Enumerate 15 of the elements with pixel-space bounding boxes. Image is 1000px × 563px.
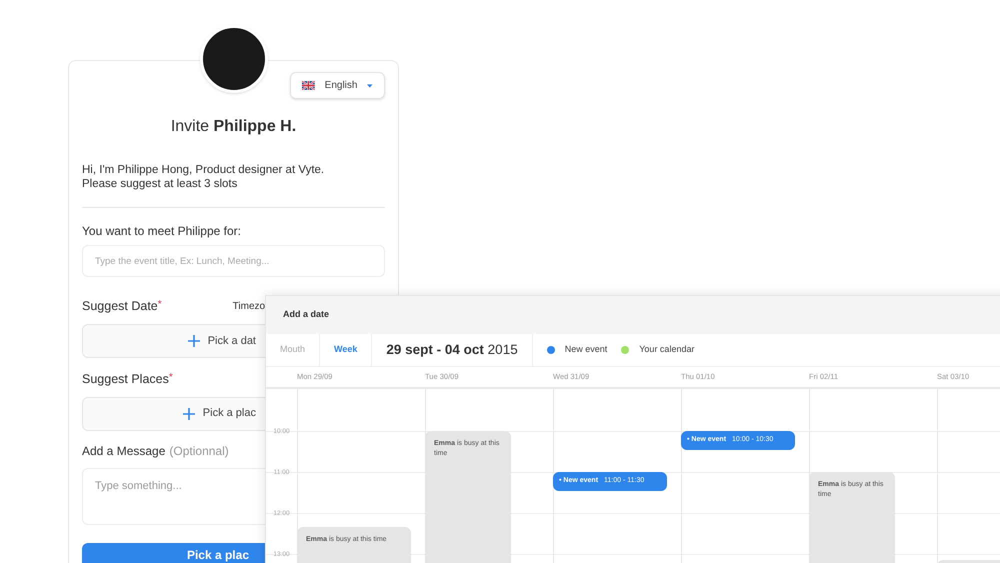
invite-title: Invite Philippe H. [170,117,298,137]
date-range: 29 sept - 04 oct 2015 [386,340,518,359]
field-label: Add a Message [82,442,166,460]
legend-label: New event [564,343,608,356]
intro-text: Please suggest at least 3 slots [82,177,238,191]
required-mark: * [168,370,173,385]
intro-text: Hi, I'm Philippe Hong, Product designer at Vyte. [82,163,326,177]
field-label: Suggest Date [82,298,158,315]
timezone-label: Timezo [232,300,266,314]
meet-label: You want to meet Philippe for: [82,223,242,240]
required-mark: * [158,298,162,312]
legend-label: Your calendar [639,343,694,356]
panel-title: Add a date [283,308,330,322]
optional-hint: (Optionnal) [169,442,229,460]
field-label: Suggest Places [82,370,169,388]
